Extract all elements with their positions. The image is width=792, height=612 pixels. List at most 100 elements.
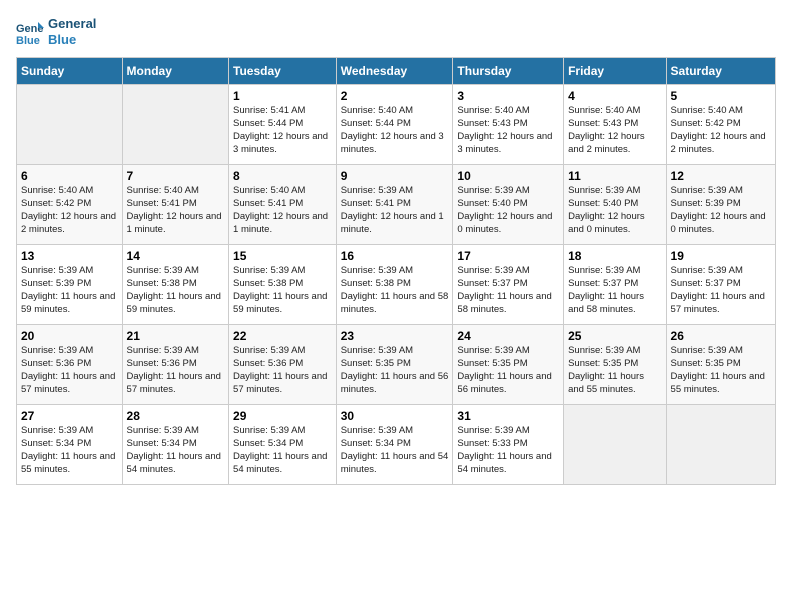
day-info: Sunrise: 5:39 AM Sunset: 5:34 PM Dayligh…: [341, 425, 449, 476]
week-row-4: 20 Sunrise: 5:39 AM Sunset: 5:36 PM Dayli…: [17, 325, 776, 405]
calendar-cell: 23 Sunrise: 5:39 AM Sunset: 5:35 PM Dayli…: [336, 325, 453, 405]
day-info: Sunrise: 5:39 AM Sunset: 5:38 PM Dayligh…: [233, 265, 332, 316]
calendar-cell: 18Sunrise: 5:39 AM Sunset: 5:37 PM Dayli…: [564, 245, 666, 325]
calendar-cell: 3Sunrise: 5:40 AM Sunset: 5:43 PM Daylig…: [453, 85, 564, 165]
day-number: 4: [568, 89, 661, 103]
day-number: 15: [233, 249, 332, 263]
calendar-cell: 22 Sunrise: 5:39 AM Sunset: 5:36 PM Dayli…: [229, 325, 337, 405]
day-info: Sunrise: 5:39 AM Sunset: 5:39 PM Dayligh…: [21, 265, 118, 316]
day-info: Sunrise: 5:40 AM Sunset: 5:41 PM Dayligh…: [127, 185, 225, 236]
calendar-cell: [666, 405, 775, 485]
week-row-3: 13Sunrise: 5:39 AM Sunset: 5:39 PM Dayli…: [17, 245, 776, 325]
calendar-cell: 7 Sunrise: 5:40 AM Sunset: 5:41 PM Daylig…: [122, 165, 229, 245]
day-number: 27: [21, 409, 118, 423]
day-number: 11: [568, 169, 661, 183]
calendar-cell: 5 Sunrise: 5:40 AM Sunset: 5:42 PM Daylig…: [666, 85, 775, 165]
calendar-cell: 25 Sunrise: 5:39 AM Sunset: 5:35 PM Dayli…: [564, 325, 666, 405]
calendar-cell: [564, 405, 666, 485]
day-number: 10: [457, 169, 559, 183]
calendar-cell: 26 Sunrise: 5:39 AM Sunset: 5:35 PM Dayli…: [666, 325, 775, 405]
logo-blue: Blue: [48, 32, 96, 48]
day-number: 23: [341, 329, 449, 343]
week-row-2: 6 Sunrise: 5:40 AM Sunset: 5:42 PM Daylig…: [17, 165, 776, 245]
calendar-cell: 27Sunrise: 5:39 AM Sunset: 5:34 PM Dayli…: [17, 405, 123, 485]
calendar-cell: 14 Sunrise: 5:39 AM Sunset: 5:38 PM Dayli…: [122, 245, 229, 325]
calendar-cell: 6 Sunrise: 5:40 AM Sunset: 5:42 PM Daylig…: [17, 165, 123, 245]
calendar-cell: 8 Sunrise: 5:40 AM Sunset: 5:41 PM Daylig…: [229, 165, 337, 245]
day-number: 9: [341, 169, 449, 183]
day-info: Sunrise: 5:39 AM Sunset: 5:36 PM Dayligh…: [233, 345, 332, 396]
day-number: 21: [127, 329, 225, 343]
day-number: 25: [568, 329, 661, 343]
day-number: 5: [671, 89, 771, 103]
day-info: Sunrise: 5:40 AM Sunset: 5:43 PM Dayligh…: [568, 105, 661, 156]
day-info: Sunrise: 5:41 AM Sunset: 5:44 PM Dayligh…: [233, 105, 332, 156]
day-number: 24: [457, 329, 559, 343]
day-number: 19: [671, 249, 771, 263]
day-number: 17: [457, 249, 559, 263]
day-number: 29: [233, 409, 332, 423]
logo-icon: General Blue: [16, 18, 44, 46]
day-number: 7: [127, 169, 225, 183]
calendar-cell: 4 Sunrise: 5:40 AM Sunset: 5:43 PM Daylig…: [564, 85, 666, 165]
weekday-header-monday: Monday: [122, 58, 229, 85]
day-number: 14: [127, 249, 225, 263]
day-number: 20: [21, 329, 118, 343]
day-info: Sunrise: 5:40 AM Sunset: 5:42 PM Dayligh…: [21, 185, 118, 236]
day-number: 26: [671, 329, 771, 343]
day-info: Sunrise: 5:39 AM Sunset: 5:37 PM Dayligh…: [568, 265, 661, 316]
day-info: Sunrise: 5:39 AM Sunset: 5:34 PM Dayligh…: [233, 425, 332, 476]
day-number: 6: [21, 169, 118, 183]
day-info: Sunrise: 5:40 AM Sunset: 5:44 PM Dayligh…: [341, 105, 449, 156]
day-info: Sunrise: 5:39 AM Sunset: 5:35 PM Dayligh…: [341, 345, 449, 396]
day-info: Sunrise: 5:39 AM Sunset: 5:34 PM Dayligh…: [127, 425, 225, 476]
calendar-cell: 9 Sunrise: 5:39 AM Sunset: 5:41 PM Daylig…: [336, 165, 453, 245]
day-number: 8: [233, 169, 332, 183]
day-info: Sunrise: 5:39 AM Sunset: 5:37 PM Dayligh…: [457, 265, 559, 316]
svg-text:Blue: Blue: [16, 35, 40, 46]
week-row-1: 1 Sunrise: 5:41 AM Sunset: 5:44 PM Daylig…: [17, 85, 776, 165]
calendar-cell: 20Sunrise: 5:39 AM Sunset: 5:36 PM Dayli…: [17, 325, 123, 405]
calendar-cell: 21 Sunrise: 5:39 AM Sunset: 5:36 PM Dayli…: [122, 325, 229, 405]
weekday-header-saturday: Saturday: [666, 58, 775, 85]
day-info: Sunrise: 5:40 AM Sunset: 5:42 PM Dayligh…: [671, 105, 771, 156]
calendar-cell: [122, 85, 229, 165]
day-info: Sunrise: 5:39 AM Sunset: 5:39 PM Dayligh…: [671, 185, 771, 236]
day-info: Sunrise: 5:39 AM Sunset: 5:35 PM Dayligh…: [457, 345, 559, 396]
calendar-cell: 11 Sunrise: 5:39 AM Sunset: 5:40 PM Dayli…: [564, 165, 666, 245]
calendar-table: SundayMondayTuesdayWednesdayThursdayFrid…: [16, 57, 776, 485]
day-number: 31: [457, 409, 559, 423]
weekday-header-thursday: Thursday: [453, 58, 564, 85]
day-info: Sunrise: 5:39 AM Sunset: 5:40 PM Dayligh…: [568, 185, 661, 236]
day-info: Sunrise: 5:39 AM Sunset: 5:38 PM Dayligh…: [127, 265, 225, 316]
calendar-cell: 12Sunrise: 5:39 AM Sunset: 5:39 PM Dayli…: [666, 165, 775, 245]
day-number: 28: [127, 409, 225, 423]
calendar-cell: 16Sunrise: 5:39 AM Sunset: 5:38 PM Dayli…: [336, 245, 453, 325]
calendar-cell: 28 Sunrise: 5:39 AM Sunset: 5:34 PM Dayli…: [122, 405, 229, 485]
logo: General Blue General Blue: [16, 16, 96, 47]
day-info: Sunrise: 5:39 AM Sunset: 5:36 PM Dayligh…: [127, 345, 225, 396]
weekday-header-friday: Friday: [564, 58, 666, 85]
day-info: Sunrise: 5:39 AM Sunset: 5:41 PM Dayligh…: [341, 185, 449, 236]
day-info: Sunrise: 5:39 AM Sunset: 5:38 PM Dayligh…: [341, 265, 449, 316]
day-number: 1: [233, 89, 332, 103]
day-info: Sunrise: 5:39 AM Sunset: 5:35 PM Dayligh…: [568, 345, 661, 396]
day-number: 30: [341, 409, 449, 423]
calendar-cell: 10 Sunrise: 5:39 AM Sunset: 5:40 PM Dayli…: [453, 165, 564, 245]
weekday-header-wednesday: Wednesday: [336, 58, 453, 85]
calendar-cell: 29 Sunrise: 5:39 AM Sunset: 5:34 PM Dayli…: [229, 405, 337, 485]
day-info: Sunrise: 5:39 AM Sunset: 5:35 PM Dayligh…: [671, 345, 771, 396]
calendar-cell: 1 Sunrise: 5:41 AM Sunset: 5:44 PM Daylig…: [229, 85, 337, 165]
day-info: Sunrise: 5:39 AM Sunset: 5:40 PM Dayligh…: [457, 185, 559, 236]
calendar-cell: 17 Sunrise: 5:39 AM Sunset: 5:37 PM Dayli…: [453, 245, 564, 325]
weekday-header-sunday: Sunday: [17, 58, 123, 85]
calendar-cell: 15 Sunrise: 5:39 AM Sunset: 5:38 PM Dayli…: [229, 245, 337, 325]
logo-general: General: [48, 16, 96, 32]
day-number: 22: [233, 329, 332, 343]
day-info: Sunrise: 5:40 AM Sunset: 5:41 PM Dayligh…: [233, 185, 332, 236]
day-info: Sunrise: 5:39 AM Sunset: 5:37 PM Dayligh…: [671, 265, 771, 316]
calendar-cell: 2Sunrise: 5:40 AM Sunset: 5:44 PM Daylig…: [336, 85, 453, 165]
day-info: Sunrise: 5:39 AM Sunset: 5:33 PM Dayligh…: [457, 425, 559, 476]
calendar-cell: 19 Sunrise: 5:39 AM Sunset: 5:37 PM Dayli…: [666, 245, 775, 325]
day-number: 3: [457, 89, 559, 103]
